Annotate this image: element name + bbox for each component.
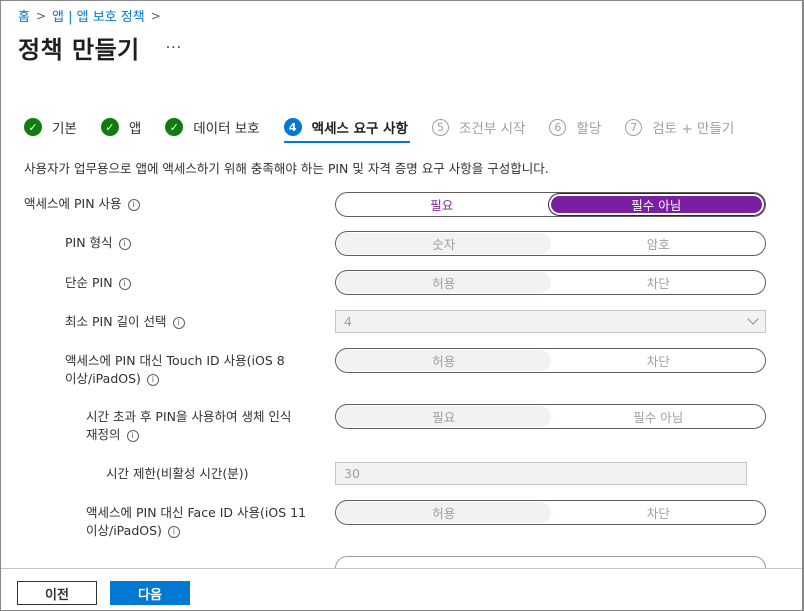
override-biometric-label: 시간 초과 후 PIN을 사용하여 생체 인식 재정의 i	[86, 408, 291, 444]
info-icon[interactable]: i	[127, 198, 140, 211]
simple-pin-label: 단순 PIN i	[65, 274, 131, 292]
pin-type-label: PIN 형식 i	[65, 234, 131, 252]
toggle-option-require[interactable]: 필요	[337, 406, 551, 427]
step-review-create[interactable]: 7 검토 + 만들기	[625, 114, 734, 140]
step-basics[interactable]: ✓ 기본	[24, 114, 77, 140]
label-text: 재정의	[86, 427, 121, 442]
toggle-option-block[interactable]: 차단	[552, 501, 766, 524]
info-icon[interactable]: i	[126, 429, 139, 442]
timeout-input[interactable]: 30	[335, 462, 747, 485]
face-id-toggle[interactable]: 허용 차단	[335, 500, 766, 525]
toggle-option-passcode[interactable]: 암호	[552, 232, 766, 255]
step-number: 6	[549, 118, 567, 136]
simple-pin-toggle[interactable]: 허용 차단	[335, 270, 766, 295]
face-id-label: 액세스에 PIN 대신 Face ID 사용(iOS 11 이상/iPadOS)…	[86, 504, 306, 540]
breadcrumb-home[interactable]: 홈	[18, 6, 30, 25]
section-description: 사용자가 업무용으로 앱에 액세스하기 위해 충족해야 하는 PIN 및 자격 …	[24, 161, 549, 176]
step-label: 기본	[52, 121, 77, 137]
label-text: PIN 형식	[65, 235, 113, 250]
footer-bar: 이전 다음	[1, 568, 802, 610]
label-text: 시간 초과 후 PIN을 사용하여 생체 인식	[86, 409, 292, 424]
wizard-steps: ✓ 기본 ✓ 앱 ✓ 데이터 보호 4 액세스 요구 사항 5 조건부 시작 6…	[24, 114, 734, 143]
step-conditional-launch[interactable]: 5 조건부 시작	[432, 114, 525, 140]
toggle-option-require[interactable]: 필요	[336, 193, 548, 216]
pin-access-toggle[interactable]: 필요 필수 아님	[335, 192, 766, 217]
breadcrumb-app-protection[interactable]: 앱 | 앱 보호 정책	[52, 6, 145, 25]
more-options-button[interactable]: ···	[166, 40, 182, 56]
checkmark-icon: ✓	[24, 118, 42, 136]
step-assignments[interactable]: 6 할당	[549, 114, 601, 140]
step-apps[interactable]: ✓ 앱	[100, 114, 142, 140]
toggle-option-block[interactable]: 차단	[552, 349, 766, 372]
info-icon[interactable]: i	[172, 316, 185, 329]
min-pin-length-label: 최소 PIN 길이 선택 i	[65, 313, 185, 331]
checkmark-icon: ✓	[165, 118, 184, 136]
step-label: 할당	[576, 121, 602, 137]
info-icon[interactable]: i	[118, 237, 131, 250]
step-label: 액세스 요구 사항	[311, 121, 409, 137]
step-label: 앱	[128, 121, 142, 137]
step-number: 5	[432, 118, 450, 136]
info-icon[interactable]: i	[167, 525, 180, 538]
input-value: 30	[344, 466, 360, 481]
label-text: 단순 PIN	[65, 275, 113, 290]
step-label: 데이터 보호	[193, 121, 260, 137]
next-button[interactable]: 다음	[110, 581, 190, 605]
step-data-protection[interactable]: ✓ 데이터 보호	[165, 114, 260, 140]
chevron-right-icon: >	[35, 8, 47, 23]
toggle-option-allow[interactable]: 허용	[337, 272, 551, 293]
timeout-label: 시간 제한(비활성 시간(분))	[106, 466, 249, 481]
step-label: 검토 + 만들기	[652, 121, 735, 137]
previous-button[interactable]: 이전	[17, 581, 97, 605]
page-title: 정책 만들기	[18, 36, 140, 64]
toggle-option-numeric[interactable]: 숫자	[337, 233, 551, 254]
toggle-option-allow[interactable]: 허용	[337, 350, 551, 371]
pin-type-toggle[interactable]: 숫자 암호	[335, 231, 766, 256]
breadcrumb: 홈 > 앱 | 앱 보호 정책 >	[18, 6, 161, 26]
info-icon[interactable]: i	[118, 277, 131, 290]
toggle-option-allow[interactable]: 허용	[337, 502, 551, 523]
toggle-option-block[interactable]: 차단	[552, 271, 766, 294]
chevron-right-icon: >	[150, 8, 161, 23]
step-label: 조건부 시작	[459, 121, 526, 137]
min-pin-length-select[interactable]: 4	[335, 310, 766, 333]
select-value: 4	[344, 314, 352, 329]
label-text: 액세스에 PIN 사용	[24, 196, 122, 211]
touch-id-label: 액세스에 PIN 대신 Touch ID 사용(iOS 8 이상/iPadOS)…	[65, 352, 285, 388]
checkmark-icon: ✓	[100, 118, 119, 136]
chevron-down-icon	[747, 313, 759, 325]
label-text: 이상/iPadOS)	[86, 523, 162, 538]
info-icon[interactable]: i	[146, 373, 159, 386]
toggle-option-not-required[interactable]: 필수 아님	[548, 194, 764, 215]
touch-id-toggle[interactable]: 허용 차단	[335, 348, 766, 373]
override-biometric-toggle[interactable]: 필요 필수 아님	[335, 404, 766, 429]
label-text: 액세스에 PIN 대신 Touch ID 사용(iOS 8	[65, 353, 285, 368]
label-text: 액세스에 PIN 대신 Face ID 사용(iOS 11	[86, 505, 307, 520]
toggle-option-not-required[interactable]: 필수 아님	[552, 405, 766, 428]
step-number: 4	[283, 118, 302, 136]
label-text: 이상/iPadOS)	[65, 371, 141, 386]
step-number: 7	[625, 118, 643, 136]
label-text: 최소 PIN 길이 선택	[65, 314, 167, 329]
pin-access-label: 액세스에 PIN 사용 i	[24, 195, 140, 213]
step-access-requirements[interactable]: 4 액세스 요구 사항	[283, 114, 411, 143]
